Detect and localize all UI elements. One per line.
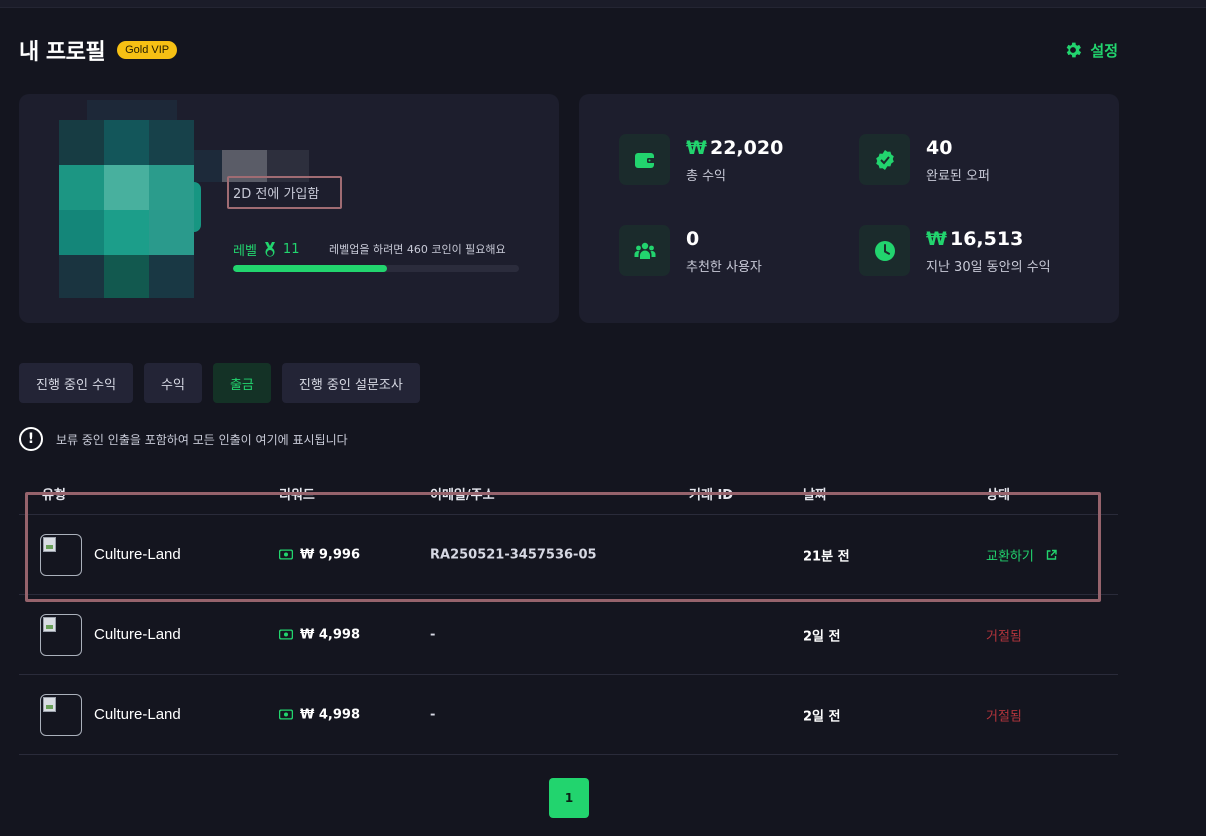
level-progress-bar [233, 265, 519, 272]
page-title: 내 프로필 [19, 40, 106, 65]
gear-icon [1067, 42, 1082, 58]
table-header: 유형 리워드 이메일/주소 거래 ID 날짜 상태 [19, 478, 1118, 515]
completed-offers-value: 40 [926, 137, 953, 159]
reward-value: ₩ 9,996 [300, 547, 360, 562]
header-type: 유형 [42, 488, 66, 503]
broken-image-icon [40, 693, 82, 736]
reward-value: ₩ 4,998 [300, 707, 360, 722]
withdrawal-notice: ! 보류 중인 인출을 포함하여 모든 인출이 여기에 표시됩니다 [19, 427, 348, 451]
type-name: Culture-Land [94, 706, 181, 723]
address-cell: RA250521-3457536-05 [430, 547, 597, 562]
profile-card: 2D 전에 가입함 레벨 11 레벨업을 하려면 460 코인이 필요해요 [19, 94, 559, 323]
header-txid: 거래 ID [689, 488, 734, 503]
cash-icon [279, 549, 293, 560]
currency-symbol: ₩ [926, 228, 947, 250]
status-badge: 거절됨 [986, 629, 1022, 644]
stat-referred-users: 0 추천한 사용자 [619, 225, 762, 276]
currency-symbol: ₩ [686, 137, 707, 159]
last30-earnings-value: 16,513 [949, 228, 1024, 250]
withdrawals-table: 유형 리워드 이메일/주소 거래 ID 날짜 상태 Culture-Land ₩… [19, 478, 1118, 755]
table-row: Culture-Land ₩ 4,998 - 2일 전 거절됨 [19, 675, 1118, 755]
clock-icon [859, 225, 910, 276]
page-button-current[interactable]: 1 [549, 778, 589, 818]
table-row: Culture-Land ₩ 4,998 - 2일 전 거절됨 [19, 595, 1118, 675]
tab-bar: 진행 중인 수익 수익 출금 진행 중인 설문조사 [19, 363, 420, 403]
external-link-icon [1046, 549, 1057, 560]
joined-date: 2D 전에 가입함 [233, 187, 320, 202]
table-row: Culture-Land ₩ 9,996 RA250521-3457536-05… [19, 515, 1118, 595]
total-earnings-value: 22,020 [709, 137, 784, 159]
reward-cell: ₩ 9,996 [279, 547, 360, 562]
reward-cell: ₩ 4,998 [279, 707, 360, 722]
address-cell: - [430, 707, 436, 722]
page-header: 내 프로필 Gold VIP 설정 [19, 34, 1118, 66]
verified-badge-icon [859, 134, 910, 185]
tab-pending-surveys[interactable]: 진행 중인 설문조사 [281, 363, 420, 403]
users-icon [619, 225, 670, 276]
vip-badge: Gold VIP [117, 41, 178, 59]
settings-label: 설정 [1090, 41, 1118, 60]
type-cell: Culture-Land [40, 613, 181, 656]
status-label: 교환하기 [986, 549, 1034, 564]
completed-offers-label: 완료된 오퍼 [926, 169, 990, 184]
total-earnings-label: 총 수익 [686, 169, 727, 184]
level-value: 11 [282, 242, 300, 257]
stat-total-earnings: ₩22,020 총 수익 [619, 134, 783, 185]
tab-earnings[interactable]: 수익 [144, 363, 202, 403]
level-progress-fill [233, 265, 388, 272]
last30-earnings-label: 지난 30일 동안의 수익 [926, 260, 1051, 275]
address-cell: - [430, 627, 436, 642]
top-bar [0, 0, 1206, 8]
stats-card: ₩22,020 총 수익 40 완료된 오퍼 0 추천한 사용자 ₩16,513… [579, 94, 1119, 323]
referred-users-label: 추천한 사용자 [686, 260, 762, 275]
cash-icon [279, 629, 293, 640]
level-label: 레벨 [233, 244, 257, 259]
broken-image-icon [40, 613, 82, 656]
info-icon: ! [19, 427, 43, 451]
redeem-link[interactable]: 교환하기 [986, 545, 1057, 564]
header-date: 날짜 [803, 488, 827, 503]
cash-icon [279, 709, 293, 720]
type-cell: Culture-Land [40, 693, 181, 736]
notice-text: 보류 중인 인출을 포함하여 모든 인출이 여기에 표시됩니다 [56, 432, 348, 447]
reward-cell: ₩ 4,998 [279, 627, 360, 642]
date-cell: 2일 전 [803, 629, 841, 644]
wallet-icon [619, 134, 670, 185]
level-requirement: 레벨업을 하려면 460 코인이 필요해요 [329, 243, 506, 256]
type-cell: Culture-Land [40, 533, 181, 576]
date-cell: 21분 전 [803, 549, 850, 564]
broken-image-icon [40, 533, 82, 576]
type-name: Culture-Land [94, 626, 181, 643]
reward-value: ₩ 4,998 [300, 627, 360, 642]
stat-last30-earnings: ₩16,513 지난 30일 동안의 수익 [859, 225, 1051, 276]
tab-pending-earnings[interactable]: 진행 중인 수익 [19, 363, 134, 403]
settings-button[interactable]: 설정 [1063, 40, 1118, 61]
referred-users-value: 0 [686, 228, 700, 250]
header-reward: 리워드 [279, 488, 315, 503]
header-status: 상태 [986, 488, 1010, 503]
date-cell: 2일 전 [803, 709, 841, 724]
level-indicator: 레벨 11 [233, 240, 299, 259]
type-name: Culture-Land [94, 546, 181, 563]
status-badge: 거절됨 [986, 709, 1022, 724]
medal-icon [264, 241, 275, 257]
tab-withdrawals[interactable]: 출금 [212, 363, 271, 403]
header-address: 이메일/주소 [430, 488, 495, 503]
stat-completed-offers: 40 완료된 오퍼 [859, 134, 990, 185]
